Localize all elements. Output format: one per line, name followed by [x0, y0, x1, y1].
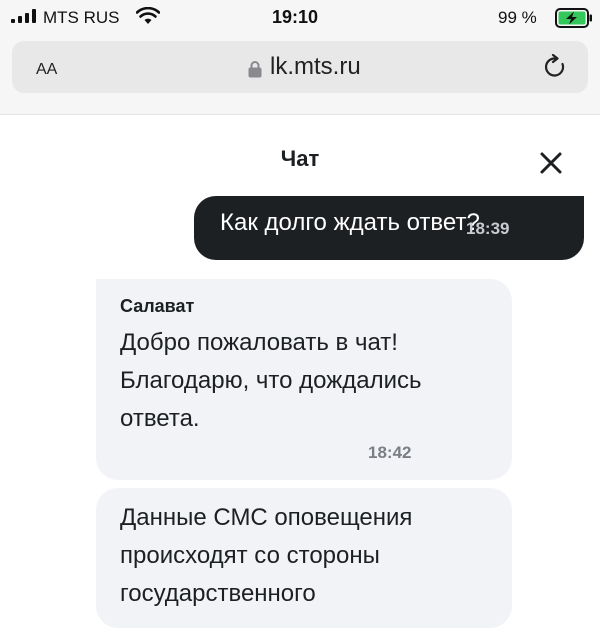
close-icon[interactable]: [536, 148, 566, 178]
signal-icon: [11, 9, 36, 23]
message-text: Данные СМС оповещения происходят со стор…: [120, 499, 490, 613]
message-text: Как долго ждать ответ?: [220, 209, 480, 236]
message-line: Благодарю, что дождались: [120, 367, 422, 394]
lock-icon: [248, 61, 262, 78]
battery-percent: 99 %: [498, 8, 537, 27]
text-size-button[interactable]: AA: [36, 54, 57, 80]
message-line: Добро пожаловать в чат!: [120, 329, 398, 356]
url-text[interactable]: lk.mts.ru: [270, 53, 361, 81]
browser-toolbar: AA lk.mts.ru: [0, 36, 600, 115]
message-line: происходят со стороны: [120, 542, 380, 569]
reload-icon[interactable]: [542, 54, 568, 80]
message-time: 18:42: [368, 443, 412, 462]
status-bar: MTS RUS 19:10 99 %: [0, 0, 600, 36]
address-bar[interactable]: AA lk.mts.ru: [12, 41, 588, 93]
sender-name: Салават: [120, 296, 195, 316]
incoming-message: Салават Добро пожаловать в чат! Благодар…: [96, 279, 512, 480]
message-line: Данные СМС оповещения: [120, 504, 413, 531]
carrier-name: MTS RUS: [43, 8, 120, 27]
message-line: ответа.: [120, 405, 200, 432]
outgoing-message: Как долго ждать ответ? 18:39: [194, 196, 584, 260]
message-line: государственного: [120, 580, 316, 607]
message-text: Добро пожаловать в чат! Благодарю, что д…: [120, 324, 490, 438]
incoming-message: Данные СМС оповещения происходят со стор…: [96, 488, 512, 628]
chat-title: Чат: [280, 146, 320, 171]
battery-charging-icon: [555, 8, 592, 28]
wifi-icon: [136, 7, 160, 24]
message-time: 18:39: [466, 219, 510, 238]
clock: 19:10: [272, 7, 319, 27]
